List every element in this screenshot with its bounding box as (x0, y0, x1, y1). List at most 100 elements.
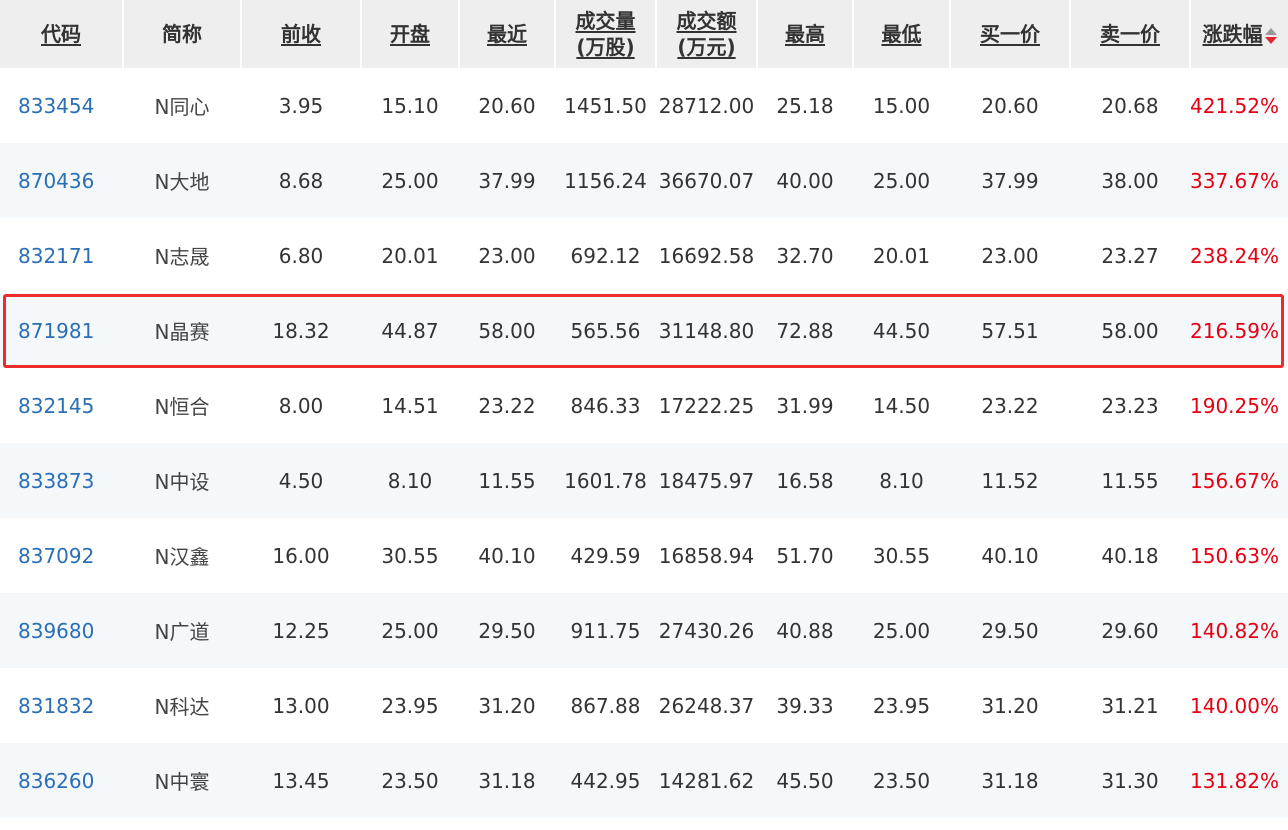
column-header-low[interactable]: 最低 (853, 0, 951, 68)
cell-open: 14.51 (361, 368, 459, 443)
cell-code[interactable]: 833454 (0, 68, 123, 143)
cell-volume: 911.75 (555, 593, 656, 668)
cell-change-pct: 190.25% (1190, 368, 1288, 443)
cell-ask1: 31.30 (1070, 743, 1190, 818)
table-row[interactable]: 839680 N广道 12.25 25.00 29.50 911.75 27430.26 40… (0, 593, 1288, 668)
cell-name[interactable]: N中寰 (123, 743, 241, 818)
cell-low: 44.50 (853, 293, 950, 368)
table-row[interactable]: 832171 N志晟 6.80 20.01 23.00 692.12 16692.58 32.… (0, 218, 1288, 293)
cell-high: 32.70 (757, 218, 853, 293)
cell-low: 8.10 (853, 443, 950, 518)
column-header-label: 买一价 (980, 22, 1040, 46)
cell-bid1: 11.52 (950, 443, 1070, 518)
cell-code[interactable]: 832145 (0, 368, 123, 443)
cell-code[interactable]: 832171 (0, 218, 123, 293)
cell-name[interactable]: N志晟 (123, 218, 241, 293)
table-row[interactable]: 833873 N中设 4.50 8.10 11.55 1601.78 18475.97 16.… (0, 443, 1288, 518)
cell-low: 23.95 (853, 668, 950, 743)
cell-low: 20.01 (853, 218, 950, 293)
cell-high: 39.33 (757, 668, 853, 743)
cell-ask1: 29.60 (1070, 593, 1190, 668)
column-header-latest[interactable]: 最近 (459, 0, 556, 68)
sort-desc-icon[interactable] (1264, 27, 1277, 45)
sort-down-arrow-icon (1264, 36, 1277, 44)
cell-name[interactable]: N中设 (123, 443, 241, 518)
cell-change-pct: 238.24% (1190, 218, 1288, 293)
cell-name[interactable]: N晶赛 (123, 293, 241, 368)
cell-ask1: 11.55 (1070, 443, 1190, 518)
cell-turnover: 18475.97 (656, 443, 757, 518)
cell-open: 44.87 (361, 293, 459, 368)
column-header-turnover[interactable]: 成交额 (万元) (656, 0, 758, 68)
cell-code[interactable]: 871981 (0, 293, 123, 368)
cell-high: 25.18 (757, 68, 853, 143)
column-header-bid1[interactable]: 买一价 (950, 0, 1071, 68)
cell-open: 23.95 (361, 668, 459, 743)
cell-code[interactable]: 836260 (0, 743, 123, 818)
column-header-label: 成交量 (575, 9, 636, 33)
cell-code[interactable]: 839680 (0, 593, 123, 668)
cell-code[interactable]: 837092 (0, 518, 123, 593)
cell-ask1: 20.68 (1070, 68, 1190, 143)
cell-high: 16.58 (757, 443, 853, 518)
cell-name[interactable]: N同心 (123, 68, 241, 143)
table-row[interactable]: 870436 N大地 8.68 25.00 37.99 1156.24 36670.07 40… (0, 143, 1288, 218)
cell-latest: 58.00 (459, 293, 555, 368)
cell-turnover: 26248.37 (656, 668, 757, 743)
column-header-code[interactable]: 代码 (0, 0, 124, 68)
cell-turnover: 17222.25 (656, 368, 757, 443)
cell-latest: 11.55 (459, 443, 555, 518)
cell-bid1: 31.20 (950, 668, 1070, 743)
cell-volume: 442.95 (555, 743, 656, 818)
cell-name[interactable]: N广道 (123, 593, 241, 668)
cell-prev-close: 12.25 (241, 593, 361, 668)
table-row[interactable]: 836260 N中寰 13.45 23.50 31.18 442.95 14281.62 45… (0, 743, 1288, 818)
cell-volume: 846.33 (555, 368, 656, 443)
cell-code[interactable]: 831832 (0, 668, 123, 743)
table-row-highlighted[interactable]: 871981 N晶赛 18.32 44.87 58.00 565.56 31148.80 72… (0, 293, 1288, 368)
table-row[interactable]: 832145 N恒合 8.00 14.51 23.22 846.33 17222.25 31.… (0, 368, 1288, 443)
cell-name[interactable]: N汉鑫 (123, 518, 241, 593)
column-header-label: 简称 (162, 22, 202, 46)
table-row[interactable]: 833454 N同心 3.95 15.10 20.60 1451.50 28712.00 25… (0, 68, 1288, 143)
cell-change-pct: 150.63% (1190, 518, 1288, 593)
column-header-volume[interactable]: 成交量 (万股) (555, 0, 657, 68)
cell-prev-close: 13.00 (241, 668, 361, 743)
table-row[interactable]: 831832 N科达 13.00 23.95 31.20 867.88 26248.37 39… (0, 668, 1288, 743)
cell-change-pct: 131.82% (1190, 743, 1288, 818)
column-header-high[interactable]: 最高 (757, 0, 854, 68)
cell-turnover: 36670.07 (656, 143, 757, 218)
column-header-change-pct[interactable]: 涨跌幅 (1190, 0, 1288, 68)
column-header-open[interactable]: 开盘 (361, 0, 460, 68)
cell-name[interactable]: N大地 (123, 143, 241, 218)
column-header-ask1[interactable]: 卖一价 (1070, 0, 1191, 68)
cell-latest: 37.99 (459, 143, 555, 218)
cell-prev-close: 4.50 (241, 443, 361, 518)
column-header-label: 最近 (487, 22, 527, 46)
cell-code[interactable]: 833873 (0, 443, 123, 518)
cell-open: 8.10 (361, 443, 459, 518)
table-row[interactable]: 837092 N汉鑫 16.00 30.55 40.10 429.59 16858.94 51… (0, 518, 1288, 593)
cell-latest: 20.60 (459, 68, 555, 143)
column-header-prev-close[interactable]: 前收 (241, 0, 362, 68)
cell-high: 40.00 (757, 143, 853, 218)
cell-high: 72.88 (757, 293, 853, 368)
column-header-label: 卖一价 (1100, 22, 1160, 46)
cell-low: 23.50 (853, 743, 950, 818)
table-body: 833454 N同心 3.95 15.10 20.60 1451.50 28712.00 25… (0, 68, 1288, 818)
column-header-unit: (万股) (576, 35, 635, 59)
column-header-name: 简称 (123, 0, 242, 68)
cell-code[interactable]: 870436 (0, 143, 123, 218)
cell-open: 23.50 (361, 743, 459, 818)
cell-latest: 40.10 (459, 518, 555, 593)
cell-name[interactable]: N恒合 (123, 368, 241, 443)
cell-open: 15.10 (361, 68, 459, 143)
cell-change-pct: 140.82% (1190, 593, 1288, 668)
cell-open: 30.55 (361, 518, 459, 593)
stock-table: 代码 简称 前收 开盘 最近 成交量 (万股) 成交额 (万元) 最高 最低 买一价 卖一价 涨跌幅 83… (0, 0, 1288, 818)
cell-latest: 23.00 (459, 218, 555, 293)
cell-prev-close: 13.45 (241, 743, 361, 818)
cell-turnover: 16858.94 (656, 518, 757, 593)
cell-name[interactable]: N科达 (123, 668, 241, 743)
cell-latest: 23.22 (459, 368, 555, 443)
